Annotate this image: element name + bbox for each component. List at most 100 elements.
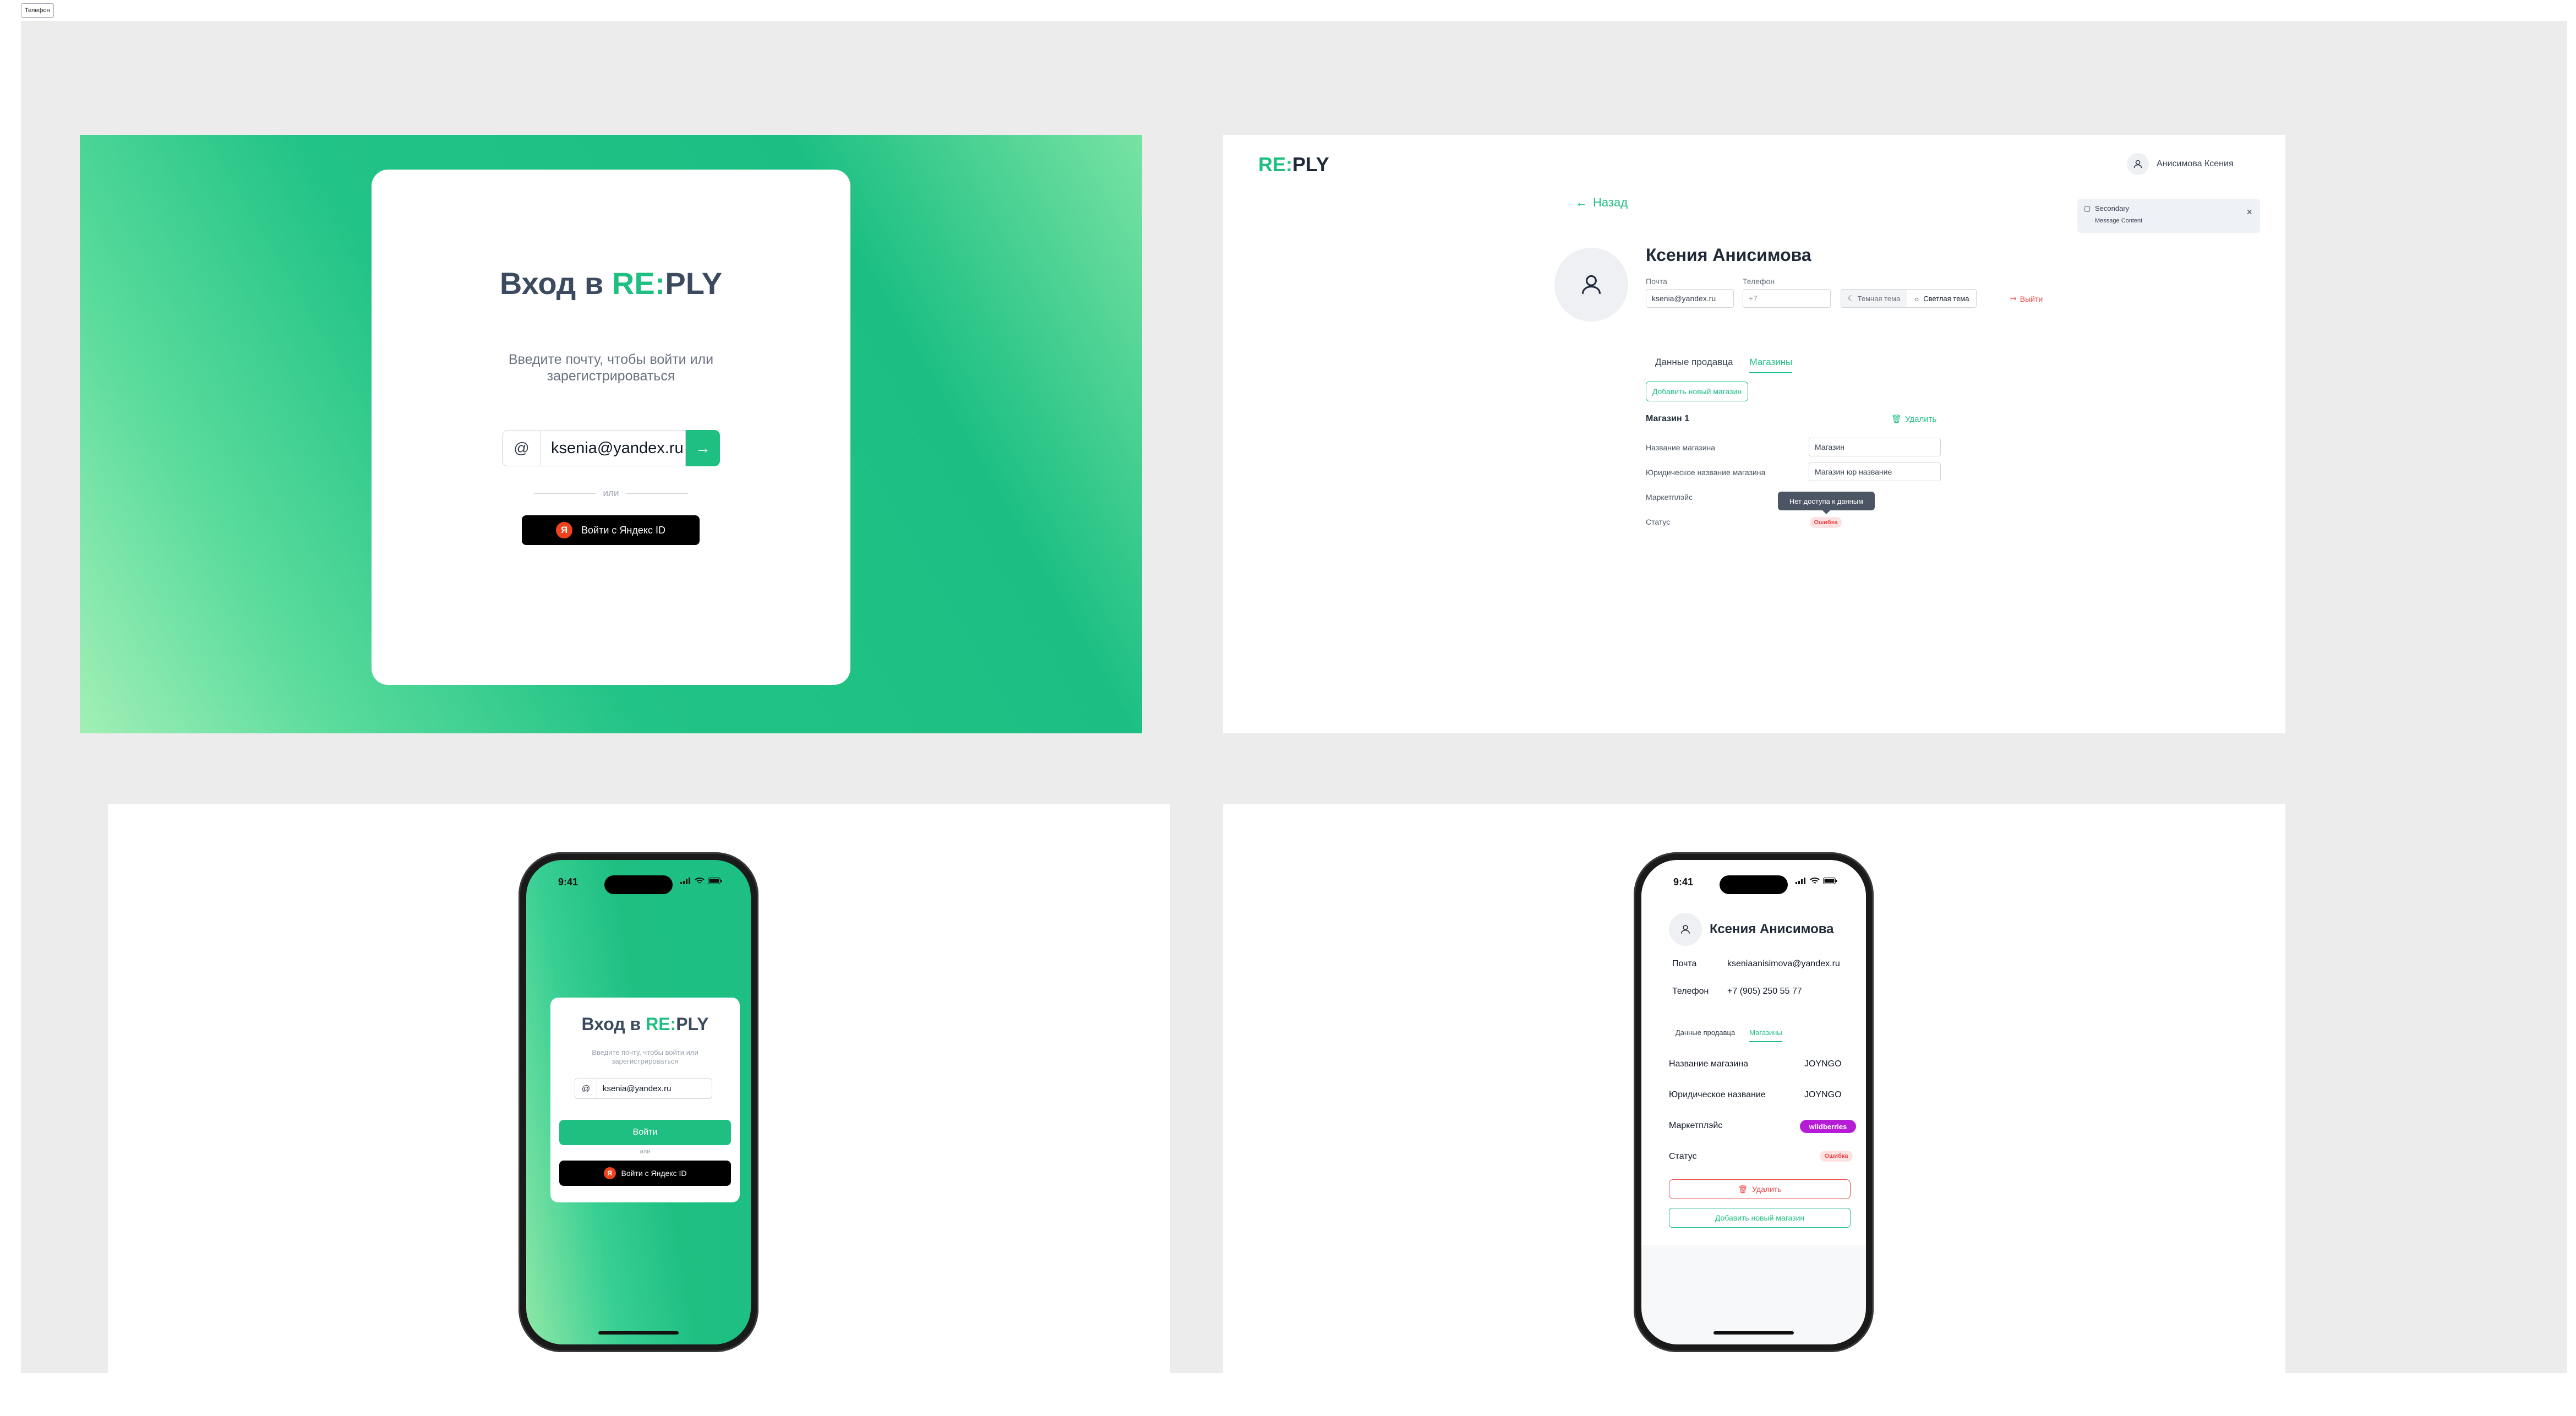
brand-ply: PLY	[676, 1014, 709, 1034]
phone-mockup: 9:41 Вход в RE:PLY Введите почту, чтобы …	[519, 852, 758, 1352]
wifi-icon	[695, 878, 705, 884]
brand-colon: :	[670, 1014, 676, 1034]
notification-toast: ▢ Secondary Message Content ×	[2077, 199, 2260, 233]
yandex-icon: Я	[556, 522, 573, 538]
email-input[interactable]: ksenia@yandex.ru	[541, 430, 686, 466]
marketplace-label: Маркетплэйс	[1646, 493, 1693, 502]
mobile-login-card: Вход в RE:PLY Введите почту, чтобы войти…	[550, 998, 740, 1202]
frame-label[interactable]: Телефон	[21, 3, 54, 18]
legal-name-label: Юридическое название	[1669, 1090, 1766, 1099]
status-time: 9:41	[558, 876, 578, 887]
desktop-profile-frame: RE:PLY Анисимова Ксения ← Назад ▢ Second…	[1223, 135, 2285, 733]
brand-ply: PLY	[665, 266, 723, 301]
shop-name-label: Название магазина	[1669, 1059, 1749, 1069]
login-title: Вход в RE:PLY	[372, 265, 850, 301]
theme-dark-option[interactable]: ☾ Темная тема	[1841, 290, 1907, 307]
battery-icon	[1823, 878, 1837, 884]
moon-icon: ☾	[1848, 294, 1854, 302]
phone-label: Телефон	[1672, 987, 1709, 996]
add-shop-button[interactable]: Добавить новый магазин	[1646, 382, 1748, 401]
back-link[interactable]: ← Назад	[1575, 195, 1628, 210]
phone-mockup: 9:41 Ксения Анисимова Почта kseniaanisim…	[1634, 852, 1874, 1352]
shop-name-value: JOYNGO	[1804, 1059, 1842, 1069]
or-divider: или	[534, 488, 689, 499]
phone-label: Телефон	[1743, 277, 1775, 286]
brand-logo[interactable]: RE:PLY	[1258, 153, 1329, 176]
or-text: или	[603, 488, 619, 498]
email-label: Почта	[1672, 959, 1697, 968]
submit-arrow-button[interactable]: →	[686, 430, 720, 466]
desktop-login-frame: Вход в RE:PLY Введите почту, чтобы войти…	[80, 135, 1142, 733]
marketplace-label: Маркетплэйс	[1669, 1121, 1723, 1130]
user-menu[interactable]: Анисимова Ксения	[2127, 153, 2234, 175]
or-text: или	[640, 1148, 651, 1155]
status-time: 9:41	[1673, 876, 1694, 887]
close-icon[interactable]: ×	[2246, 206, 2252, 218]
status-label: Статус	[1669, 1152, 1697, 1161]
user-icon	[1681, 925, 1690, 934]
phone-field[interactable]: +7	[1743, 289, 1831, 308]
marketplace-badge: wildberries	[1800, 1120, 1856, 1133]
legal-name-value: JOYNGO	[1804, 1090, 1842, 1099]
signal-icon	[680, 878, 690, 884]
delete-label: Удалить	[1905, 414, 1937, 424]
add-shop-button[interactable]: Добавить новый магазин	[1669, 1208, 1851, 1228]
shop-name-label: Название магазина	[1646, 443, 1716, 452]
mobile-email-group: @ ksenia@yandex.ru	[575, 1078, 712, 1099]
status-badge: Ошибка	[1810, 517, 1842, 528]
theme-switcher: ☾ Темная тема ☼ Светлая тема	[1841, 289, 1977, 308]
theme-light-option[interactable]: ☼ Светлая тема	[1907, 290, 1976, 307]
email-label: Почта	[1646, 277, 1667, 286]
mobile-login-subtitle: Введите почту, чтобы войти или зарегистр…	[592, 1048, 698, 1065]
yandex-icon: Я	[603, 1167, 616, 1179]
user-icon	[1581, 275, 1601, 294]
status-label: Статус	[1646, 518, 1671, 526]
tab-shops[interactable]: Магазины	[1749, 1024, 1782, 1042]
logout-icon: ↦	[2010, 294, 2017, 303]
mobile-login-frame: 9:41 Вход в RE:PLY Введите почту, чтобы …	[108, 804, 1170, 1373]
sun-icon: ☼	[1913, 294, 1920, 303]
phone-value: +7 (905) 250 55 77	[1727, 987, 1802, 996]
divider-line	[534, 493, 596, 494]
brand-re: RE	[1258, 153, 1286, 176]
logout-link[interactable]: ↦ Выйти	[2010, 294, 2043, 303]
profile-tabs: Данные продавца Магазины	[1655, 352, 1793, 373]
delete-shop-button[interactable]: 🗑 Удалить	[1669, 1179, 1851, 1199]
mobile-yandex-button[interactable]: Я Войти с Яндекс ID	[559, 1161, 731, 1186]
home-indicator	[598, 1331, 679, 1335]
email-input-group: @ ksenia@yandex.ru →	[502, 430, 720, 466]
login-card: Вход в RE:PLY Введите почту, чтобы войти…	[372, 170, 850, 685]
tab-shops[interactable]: Магазины	[1749, 352, 1793, 373]
yandex-login-label: Войти с Яндекс ID	[581, 524, 665, 536]
legal-name-input[interactable]: Магазин юр название	[1809, 462, 1941, 481]
wifi-icon	[1810, 878, 1820, 884]
tab-seller-data[interactable]: Данные продавца	[1676, 1024, 1735, 1042]
shop-name-input[interactable]: Магазин	[1809, 438, 1941, 456]
legal-name-label: Юридическое название магазина	[1646, 468, 1766, 477]
delete-shop-link[interactable]: 🗑 Удалить	[1891, 414, 1936, 424]
tab-seller-data[interactable]: Данные продавца	[1655, 352, 1733, 373]
profile-name: Ксения Анисимова	[1646, 245, 1811, 265]
profile-name: Ксения Анисимова	[1710, 922, 1834, 936]
user-name: Анисимова Ксения	[2157, 159, 2234, 168]
logout-label: Выйти	[2020, 294, 2043, 303]
yandex-login-button[interactable]: Я Войти с Яндекс ID	[522, 515, 700, 545]
back-label: Назад	[1593, 195, 1628, 209]
login-subtitle: Введите почту, чтобы войти или зарегистр…	[508, 352, 714, 384]
user-icon	[2127, 153, 2149, 175]
status-badge: Ошибка	[1820, 1151, 1853, 1162]
signal-icon	[1795, 878, 1805, 884]
divider-line	[626, 493, 689, 494]
login-title-prefix: Вход в	[499, 266, 612, 301]
brand-colon: :	[654, 266, 665, 301]
arrow-left-icon: ←	[1575, 195, 1587, 209]
brand-ply: PLY	[1292, 153, 1329, 176]
battery-icon	[708, 878, 722, 884]
mobile-login-button[interactable]: Войти	[559, 1120, 731, 1145]
profile-tabs: Данные продавца Магазины	[1676, 1024, 1782, 1042]
home-indicator	[1713, 1331, 1794, 1335]
trash-icon: 🗑	[1891, 415, 1902, 424]
email-field[interactable]: ksenia@yandex.ru	[1646, 289, 1734, 308]
mobile-profile-frame: 9:41 Ксения Анисимова Почта kseniaanisim…	[1223, 804, 2285, 1373]
mobile-email-input[interactable]: ksenia@yandex.ru	[597, 1078, 712, 1099]
